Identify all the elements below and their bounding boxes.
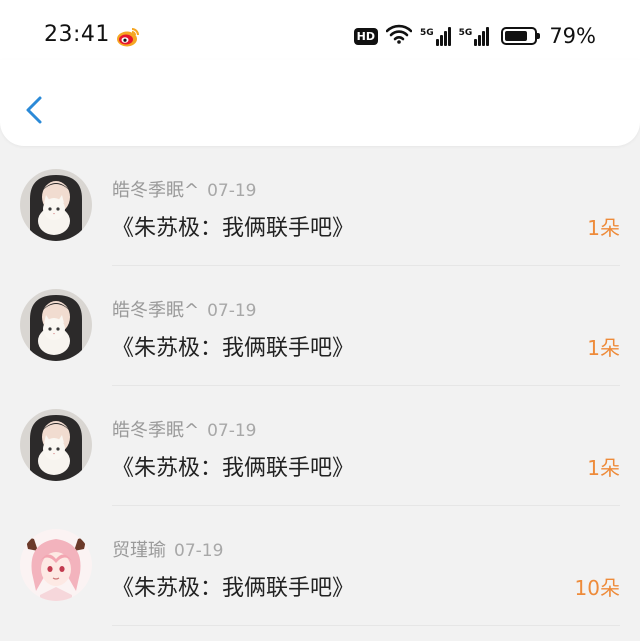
- avatar[interactable]: [20, 169, 92, 241]
- item-title: 《朱苏极：我俩联手吧》: [112, 336, 355, 361]
- item-meta: 皓冬季眠^ 07-19: [112, 176, 257, 202]
- list-item[interactable]: 皓冬季眠^ 07-19 《朱苏极：我俩联手吧》 1朵: [0, 146, 640, 266]
- status-time: 23:41: [44, 22, 110, 47]
- item-date: 07-19: [207, 301, 257, 321]
- gift-count: 1朵: [587, 336, 620, 360]
- username[interactable]: 皓冬季眠^: [112, 300, 199, 321]
- status-indicators: HD 5G 5G 79%: [353, 22, 596, 50]
- wifi-icon: [385, 24, 413, 48]
- item-title: 《朱苏极：我俩联手吧》: [112, 456, 355, 481]
- username[interactable]: 贸瑾瑜: [112, 540, 166, 561]
- gift-count: 1朵: [587, 456, 620, 480]
- battery-icon: [501, 27, 541, 45]
- item-date: 07-19: [207, 421, 257, 441]
- gift-count: 10朵: [574, 576, 620, 600]
- network-type-1: 5G: [420, 28, 434, 38]
- item-title: 《朱苏极：我俩联手吧》: [112, 576, 355, 601]
- chevron-left-icon: [26, 96, 42, 124]
- username[interactable]: 皓冬季眠^: [112, 180, 199, 201]
- back-button[interactable]: [20, 90, 50, 130]
- list-item[interactable]: 贸瑾瑜 07-19 《朱苏极：我俩联手吧》 10朵: [0, 506, 640, 626]
- item-meta: 皓冬季眠^ 07-19: [112, 296, 257, 322]
- item-meta: 皓冬季眠^ 07-19: [112, 416, 257, 442]
- avatar[interactable]: [20, 409, 92, 481]
- network-type-2: 5G: [458, 28, 473, 38]
- divider: [112, 625, 620, 626]
- item-date: 07-19: [207, 181, 257, 201]
- hd-icon: HD: [353, 27, 378, 45]
- battery-percent: 79%: [549, 24, 596, 48]
- avatar[interactable]: [20, 289, 92, 361]
- item-date: 07-19: [174, 541, 224, 561]
- username[interactable]: 皓冬季眠^: [112, 420, 199, 441]
- nav-bar: [0, 60, 640, 146]
- gift-count: 1朵: [587, 216, 620, 240]
- item-title: 《朱苏极：我俩联手吧》: [112, 216, 355, 241]
- avatar[interactable]: [20, 529, 92, 601]
- weibo-icon: [116, 26, 140, 48]
- signal-icon-1: 5G: [420, 26, 451, 46]
- item-meta: 贸瑾瑜 07-19: [112, 536, 223, 562]
- list-item[interactable]: 皓冬季眠^ 07-19 《朱苏极：我俩联手吧》 1朵: [0, 386, 640, 506]
- signal-icon-2: 5G: [459, 26, 490, 46]
- list-item[interactable]: 皓冬季眠^ 07-19 《朱苏极：我俩联手吧》 1朵: [0, 266, 640, 386]
